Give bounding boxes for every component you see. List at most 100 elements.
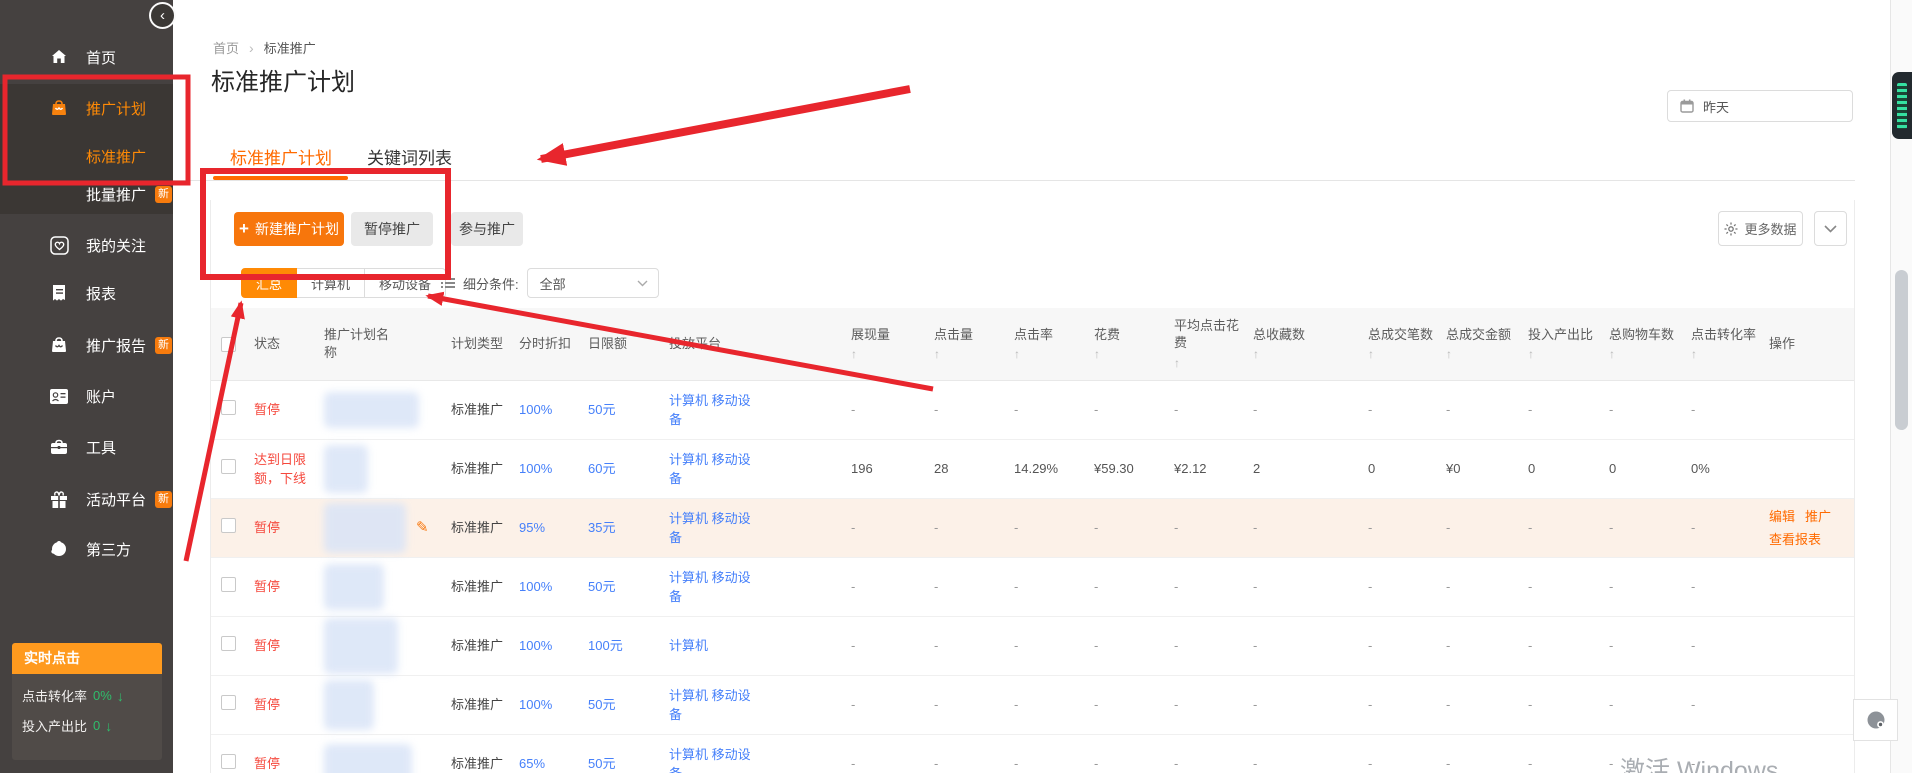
cell-daily-limit-link[interactable]: 50元 [588,400,669,420]
cell-discount-link[interactable]: 100% [519,577,588,597]
cell-discount-link[interactable]: 100% [519,400,588,420]
cell-discount-link[interactable]: 100% [519,636,588,656]
sidebar-item-label: 工具 [86,437,116,458]
view-tab-mobile[interactable]: 移动设备 [365,268,446,298]
table-row[interactable]: 暂停标准推广100%50元计算机 移动设备----------- [211,676,1854,735]
column-header-roi[interactable]: 投入产出比↑ [1528,326,1609,363]
join-promotion-button[interactable]: 参与推广 [451,212,523,246]
sort-ascending-icon[interactable]: ↑ [934,346,1008,362]
platform-links[interactable]: 计算机 移动设备 [669,391,753,430]
column-header-cvr[interactable]: 点击转化率↑ [1691,326,1769,363]
date-range-picker[interactable]: 昨天 [1667,90,1853,122]
expand-toolbar-button[interactable] [1814,211,1847,246]
cell-favorites: - [1253,400,1368,420]
table-row[interactable]: 达到日限额，下线标准推广100%60元计算机 移动设备1962814.29%¥5… [211,440,1854,499]
cell-discount-link[interactable]: 100% [519,459,588,479]
view-tab-summary[interactable]: 汇总 [241,268,297,298]
cell-daily-limit-link[interactable]: 100元 [588,636,669,656]
sidebar-item-standard-promo[interactable]: 标准推广 [0,141,173,171]
cell-discount-link[interactable]: 65% [519,754,588,773]
column-header-orders[interactable]: 总成交笔数↑ [1368,326,1446,363]
table-row[interactable]: 暂停标准推广65%50元计算机 移动设备----------- [211,735,1854,773]
column-header-cost[interactable]: 花费↑ [1094,326,1174,363]
sort-ascending-icon[interactable]: ↑ [851,346,928,362]
cell-daily-limit-link[interactable]: 50元 [588,577,669,597]
cell-daily-limit-link[interactable]: 50元 [588,695,669,715]
row-checkbox[interactable] [221,459,236,474]
cell-discount-link[interactable]: 95% [519,518,588,538]
row-checkbox[interactable] [221,695,236,710]
sidebar-item-activity-platform[interactable]: 活动平台 新 [0,484,173,514]
cell-clicks: - [934,636,1014,656]
sidebar-item-account[interactable]: 账户 [0,381,173,411]
sort-ascending-icon[interactable]: ↑ [1446,346,1522,362]
cell-discount-link[interactable]: 100% [519,695,588,715]
tab-standard-campaigns[interactable]: 标准推广计划 [230,144,332,169]
sidebar-item-favorites[interactable]: 我的关注 [0,230,173,260]
new-badge: 新 [155,186,172,203]
cell-campaign-name [324,744,451,773]
table-row[interactable]: 暂停标准推广100%50元计算机 移动设备----------- [211,381,1854,440]
cell-daily-limit-link[interactable]: 50元 [588,754,669,773]
breadcrumb-home-link[interactable]: 首页 [213,38,239,57]
row-checkbox[interactable] [221,636,236,651]
column-header-ctr[interactable]: 点击率↑ [1014,326,1094,363]
cell-daily-limit-link[interactable]: 60元 [588,459,669,479]
sort-ascending-icon[interactable]: ↑ [1528,346,1603,362]
sort-ascending-icon[interactable]: ↑ [1691,346,1763,362]
column-header-clicks[interactable]: 点击量↑ [934,326,1014,363]
sidebar-item-third-party[interactable]: 第三方 [0,534,173,564]
column-header-carts[interactable]: 总购物车数↑ [1609,326,1691,363]
action-link[interactable]: 推广 [1805,509,1831,524]
sort-ascending-icon[interactable]: ↑ [1014,346,1088,362]
sort-ascending-icon[interactable]: ↑ [1253,346,1362,362]
scrollbar-thumb[interactable] [1895,270,1908,430]
segment-filter-select[interactable]: 全部 [527,268,659,298]
sidebar-item-batch-promo[interactable]: 批量推广 新 [0,179,173,209]
row-checkbox[interactable] [221,754,236,769]
cell-daily-limit-link[interactable]: 35元 [588,518,669,538]
platform-links[interactable]: 计算机 移动设备 [669,686,753,725]
row-checkbox[interactable] [221,577,236,592]
tab-keyword-list[interactable]: 关键词列表 [367,144,452,169]
sidebar-item-label: 推广报告 [86,335,146,356]
action-link[interactable]: 查看报表 [1769,532,1821,547]
select-all-checkbox[interactable] [221,337,236,352]
column-header-gmv[interactable]: 总成交金额↑ [1446,326,1528,363]
sidebar-item-campaigns[interactable]: 推广计划 [0,93,173,123]
platform-links[interactable]: 计算机 移动设备 [669,509,753,548]
sort-ascending-icon[interactable]: ↑ [1174,355,1247,371]
platform-links[interactable]: 计算机 移动设备 [669,745,753,773]
metric-label: 点击转化率 [22,686,87,705]
more-data-button[interactable]: 更多数据 [1718,211,1803,246]
platform-links[interactable]: 计算机 移动设备 [669,568,753,607]
platform-links[interactable]: 计算机 [669,636,708,656]
table-row[interactable]: 暂停标准推广100%50元计算机 移动设备----------- [211,558,1854,617]
sidebar-item-tools[interactable]: 工具 [0,432,173,462]
sort-ascending-icon[interactable]: ↑ [1368,346,1440,362]
pause-promotion-button[interactable]: 暂停推广 [351,212,433,246]
action-link[interactable]: 编辑 [1769,509,1795,524]
row-checkbox[interactable] [221,400,236,415]
edit-pencil-icon[interactable]: ✎ [416,517,429,540]
new-campaign-button[interactable]: + 新建推广计划 [234,212,344,246]
cell-gmv: - [1446,577,1528,597]
sidebar-item-promo-report[interactable]: 推广报告 新 [0,330,173,360]
column-header-avg-cpc[interactable]: 平均点击花费↑ [1174,317,1253,371]
column-header-favorites[interactable]: 总收藏数↑ [1253,326,1368,363]
table-row[interactable]: 暂停✎标准推广95%35元计算机 移动设备-----------编辑推广查看报表 [211,499,1854,558]
sidebar-item-reports[interactable]: 报表 [0,278,173,308]
sidebar-item-home[interactable]: 首页 [0,42,173,72]
column-header-impressions[interactable]: 展现量↑ [851,326,934,363]
sort-ascending-icon[interactable]: ↑ [1609,346,1685,362]
breadcrumb: 首页 › 标准推广 [213,38,316,57]
browser-extension-tab[interactable] [1892,72,1912,139]
page-title: 标准推广计划 [211,62,355,97]
sidebar-collapse-button[interactable]: ‹ [149,2,176,29]
view-tab-computer[interactable]: 计算机 [297,268,365,298]
table-row[interactable]: 暂停标准推广100%100元计算机----------- [211,617,1854,676]
row-checkbox[interactable] [221,518,236,533]
sort-ascending-icon[interactable]: ↑ [1094,346,1168,362]
floating-tool-button[interactable] [1853,699,1898,741]
platform-links[interactable]: 计算机 移动设备 [669,450,753,489]
